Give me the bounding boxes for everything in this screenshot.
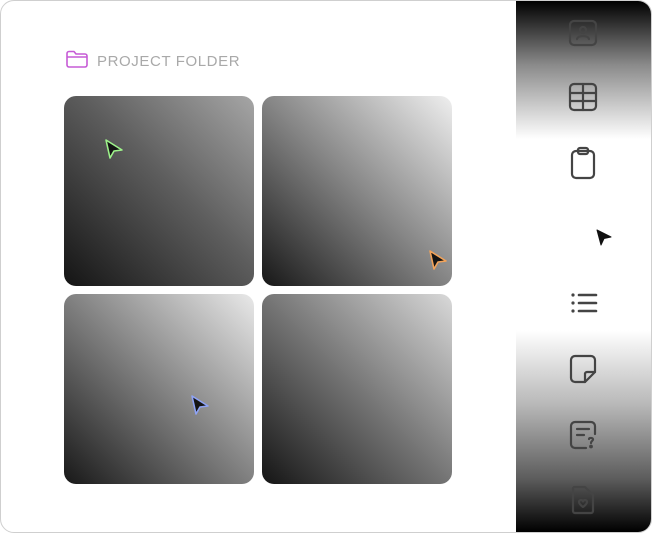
grid-tile-4[interactable] <box>262 294 452 484</box>
cursor-blue-icon <box>191 395 209 415</box>
help-document-icon[interactable] <box>566 418 600 452</box>
tile-grid <box>64 96 454 486</box>
note-icon[interactable] <box>566 352 600 386</box>
folder-icon <box>65 49 89 74</box>
contact-card-icon[interactable] <box>566 15 600 49</box>
table-icon[interactable] <box>566 80 600 114</box>
cursor-orange-icon <box>429 250 447 270</box>
cursor-black-icon <box>596 229 612 246</box>
folder-title: PROJECT FOLDER <box>97 52 241 70</box>
sidebar <box>516 1 651 532</box>
grid-tile-1[interactable] <box>64 96 254 286</box>
folder-header[interactable]: PROJECT FOLDER <box>65 49 241 74</box>
cursor-green-icon <box>105 139 123 159</box>
grid-tile-2[interactable] <box>262 96 452 286</box>
clipboard-icon[interactable] <box>566 146 600 180</box>
document-heart-icon[interactable] <box>566 483 600 517</box>
app-window: PROJECT FOLDER <box>0 0 652 533</box>
list-icon[interactable] <box>566 286 600 320</box>
grid-tile-3[interactable] <box>64 294 254 484</box>
